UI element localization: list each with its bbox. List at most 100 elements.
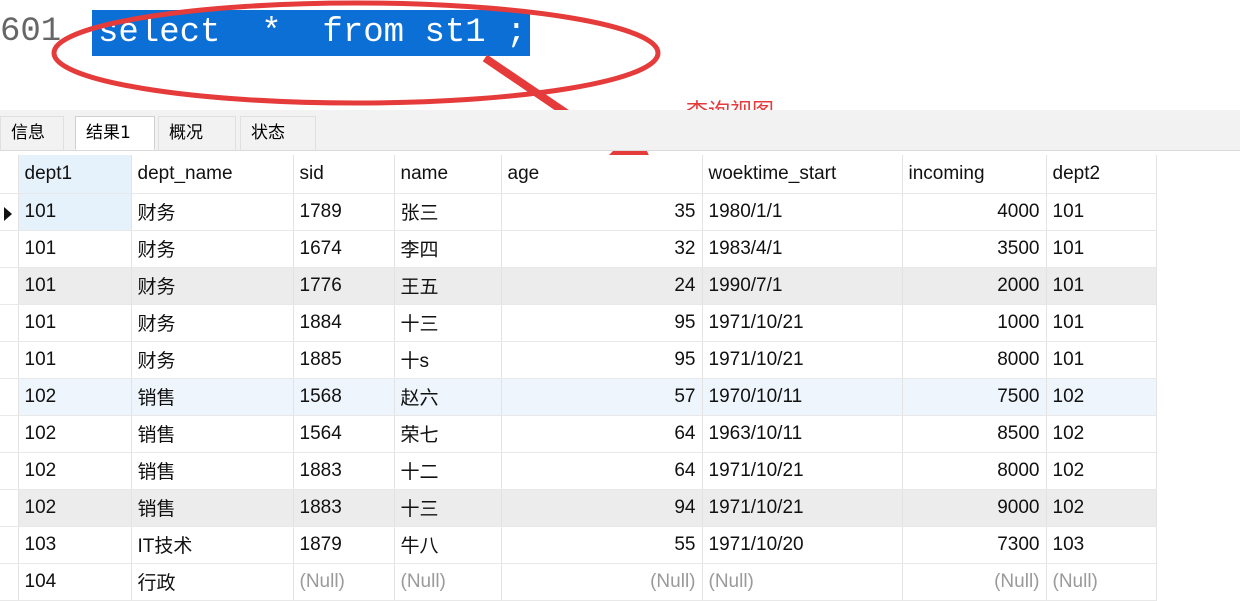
row-indicator[interactable] [0, 415, 19, 453]
cell-dept2[interactable]: 101 [1046, 267, 1157, 305]
cell-sid[interactable]: (Null) [293, 563, 395, 601]
cell-name[interactable]: 荣七 [394, 415, 502, 453]
table-row[interactable]: 101 财务 1789 张三 35 1980/1/1 4000 101 [0, 193, 1157, 231]
row-indicator[interactable] [0, 341, 19, 379]
row-indicator[interactable] [0, 489, 19, 527]
column-header-dept2[interactable]: dept2 [1046, 155, 1157, 194]
cell-woektime-start[interactable]: (Null) [702, 563, 903, 601]
cell-dept2[interactable]: 101 [1046, 341, 1157, 379]
column-header-dept1[interactable]: dept1 [18, 155, 132, 194]
cell-age[interactable]: 64 [501, 452, 703, 490]
cell-dept1[interactable]: 102 [18, 378, 132, 416]
cell-incoming[interactable]: 8000 [902, 341, 1047, 379]
cell-dept1[interactable]: 104 [18, 563, 132, 601]
cell-sid[interactable]: 1885 [293, 341, 395, 379]
cell-sid[interactable]: 1883 [293, 452, 395, 490]
cell-dept2[interactable]: 101 [1046, 230, 1157, 268]
cell-incoming[interactable]: 7500 [902, 378, 1047, 416]
cell-age[interactable]: (Null) [501, 563, 703, 601]
cell-dept-name[interactable]: 财务 [131, 230, 294, 268]
cell-dept1[interactable]: 101 [18, 304, 132, 342]
cell-dept2[interactable]: (Null) [1046, 563, 1157, 601]
result-grid[interactable]: dept1 dept_name sid name age woektime_st… [0, 155, 1157, 601]
table-row[interactable]: 101 财务 1884 十三 95 1971/10/21 1000 101 [0, 304, 1157, 342]
cell-dept1[interactable]: 103 [18, 526, 132, 564]
cell-sid[interactable]: 1883 [293, 489, 395, 527]
cell-name[interactable]: 十三 [394, 304, 502, 342]
table-row[interactable]: 102 销售 1883 十二 64 1971/10/21 8000 102 [0, 452, 1157, 490]
column-header-incoming[interactable]: incoming [902, 155, 1047, 194]
cell-name[interactable]: 十三 [394, 489, 502, 527]
cell-dept2[interactable]: 103 [1046, 526, 1157, 564]
table-row[interactable]: 102 销售 1883 十三 94 1971/10/21 9000 102 [0, 489, 1157, 527]
cell-dept2[interactable]: 102 [1046, 415, 1157, 453]
cell-dept-name[interactable]: 销售 [131, 452, 294, 490]
cell-dept-name[interactable]: IT技术 [131, 526, 294, 564]
table-row[interactable]: 103 IT技术 1879 牛八 55 1971/10/20 7300 103 [0, 526, 1157, 564]
table-row[interactable]: 102 销售 1568 赵六 57 1970/10/11 7500 102 [0, 378, 1157, 416]
row-indicator[interactable] [0, 526, 19, 564]
cell-name[interactable]: 李四 [394, 230, 502, 268]
table-row[interactable]: 101 财务 1674 李四 32 1983/4/1 3500 101 [0, 230, 1157, 268]
table-row[interactable]: 104 行政 (Null) (Null) (Null) (Null) (Null… [0, 563, 1157, 601]
cell-name[interactable]: (Null) [394, 563, 502, 601]
row-indicator[interactable] [0, 230, 19, 268]
cell-woektime-start[interactable]: 1971/10/21 [702, 452, 903, 490]
cell-incoming[interactable]: 9000 [902, 489, 1047, 527]
column-header-sid[interactable]: sid [293, 155, 395, 194]
cell-age[interactable]: 55 [501, 526, 703, 564]
cell-sid[interactable]: 1568 [293, 378, 395, 416]
cell-dept1[interactable]: 101 [18, 230, 132, 268]
cell-dept-name[interactable]: 销售 [131, 378, 294, 416]
cell-incoming[interactable]: 8500 [902, 415, 1047, 453]
cell-dept-name[interactable]: 财务 [131, 193, 294, 231]
cell-dept2[interactable]: 101 [1046, 304, 1157, 342]
cell-dept-name[interactable]: 财务 [131, 267, 294, 305]
cell-name[interactable]: 张三 [394, 193, 502, 231]
cell-age[interactable]: 24 [501, 267, 703, 305]
cell-dept1[interactable]: 101 [18, 193, 132, 231]
cell-sid[interactable]: 1789 [293, 193, 395, 231]
selected-sql-text[interactable]: select * from st1 ; [92, 10, 531, 56]
cell-dept2[interactable]: 102 [1046, 452, 1157, 490]
cell-sid[interactable]: 1884 [293, 304, 395, 342]
cell-dept1[interactable]: 102 [18, 489, 132, 527]
cell-woektime-start[interactable]: 1971/10/21 [702, 489, 903, 527]
cell-woektime-start[interactable]: 1971/10/21 [702, 341, 903, 379]
cell-woektime-start[interactable]: 1980/1/1 [702, 193, 903, 231]
cell-dept-name[interactable]: 财务 [131, 304, 294, 342]
tab-info[interactable]: 信息 [0, 116, 64, 150]
cell-name[interactable]: 十二 [394, 452, 502, 490]
cell-woektime-start[interactable]: 1990/7/1 [702, 267, 903, 305]
cell-woektime-start[interactable]: 1983/4/1 [702, 230, 903, 268]
cell-age[interactable]: 35 [501, 193, 703, 231]
sql-editor[interactable]: 601 select * from st1 ; [0, 0, 1240, 108]
row-indicator[interactable] [0, 193, 19, 231]
column-header-dept-name[interactable]: dept_name [131, 155, 294, 194]
cell-dept2[interactable]: 102 [1046, 378, 1157, 416]
cell-dept-name[interactable]: 销售 [131, 489, 294, 527]
cell-age[interactable]: 32 [501, 230, 703, 268]
column-header-age[interactable]: age [501, 155, 703, 194]
cell-woektime-start[interactable]: 1971/10/20 [702, 526, 903, 564]
cell-name[interactable]: 牛八 [394, 526, 502, 564]
cell-age[interactable]: 95 [501, 304, 703, 342]
cell-age[interactable]: 57 [501, 378, 703, 416]
cell-dept-name[interactable]: 行政 [131, 563, 294, 601]
cell-name[interactable]: 赵六 [394, 378, 502, 416]
cell-dept2[interactable]: 101 [1046, 193, 1157, 231]
column-header-woektime-start[interactable]: woektime_start [702, 155, 903, 194]
cell-age[interactable]: 94 [501, 489, 703, 527]
cell-dept-name[interactable]: 销售 [131, 415, 294, 453]
cell-dept2[interactable]: 102 [1046, 489, 1157, 527]
cell-woektime-start[interactable]: 1963/10/11 [702, 415, 903, 453]
cell-dept-name[interactable]: 财务 [131, 341, 294, 379]
cell-name[interactable]: 王五 [394, 267, 502, 305]
cell-sid[interactable]: 1564 [293, 415, 395, 453]
cell-incoming[interactable]: 3500 [902, 230, 1047, 268]
table-row[interactable]: 102 销售 1564 荣七 64 1963/10/11 8500 102 [0, 415, 1157, 453]
cell-dept1[interactable]: 101 [18, 341, 132, 379]
table-row[interactable]: 101 财务 1776 王五 24 1990/7/1 2000 101 [0, 267, 1157, 305]
cell-incoming[interactable]: 2000 [902, 267, 1047, 305]
cell-dept1[interactable]: 101 [18, 267, 132, 305]
